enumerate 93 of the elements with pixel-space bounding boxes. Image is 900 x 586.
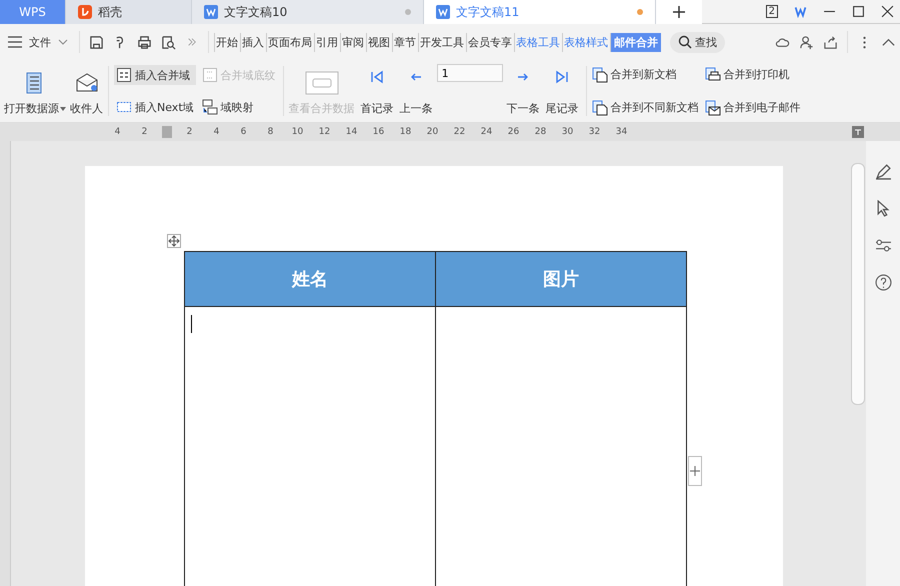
- ruler-number: 4: [114, 127, 122, 137]
- menu-icon[interactable]: [8, 36, 22, 48]
- search-icon: [678, 35, 692, 49]
- previous-button[interactable]: 上一条: [398, 66, 435, 116]
- field-button[interactable]: 插入Next域: [114, 97, 196, 117]
- merge-output-button[interactable]: 合并到新文档: [590, 64, 701, 84]
- ruler-number: 26: [506, 127, 520, 137]
- ribbon-tab[interactable]: 页面布局: [266, 32, 313, 52]
- ruler-number: 28: [534, 127, 548, 137]
- wps-logo-icon[interactable]: [794, 5, 807, 18]
- docer-tab[interactable]: 稻壳: [66, 0, 192, 24]
- pointer-icon[interactable]: [874, 200, 892, 217]
- pen-icon[interactable]: [874, 163, 892, 180]
- merge-output-button[interactable]: 合并到不同新文档: [590, 98, 701, 118]
- ruler-number: 16: [372, 127, 386, 137]
- flame-icon: [78, 5, 92, 19]
- documents-icon: [592, 100, 608, 116]
- share-icon[interactable]: [823, 34, 838, 50]
- printer-icon: [704, 66, 721, 82]
- ruler-number: 24: [480, 127, 494, 137]
- dropdown-caret-icon: [60, 106, 66, 110]
- first-record-button[interactable]: 首记录: [358, 66, 396, 116]
- sliders-icon[interactable]: [874, 237, 892, 254]
- ribbon-tab[interactable]: 审阅: [340, 32, 365, 52]
- ruler-number: 20: [426, 127, 440, 137]
- unsaved-dot: [637, 9, 643, 15]
- field-icon: [202, 99, 218, 115]
- text-cursor: [191, 315, 192, 333]
- print-preview-icon[interactable]: [161, 34, 176, 50]
- maximize-icon[interactable]: [852, 5, 865, 18]
- ruler-number: 10: [290, 127, 304, 137]
- ribbon-tab[interactable]: 插入: [240, 32, 265, 52]
- plus-icon: [690, 466, 700, 476]
- field-button[interactable]: 域映射: [200, 97, 278, 117]
- caret-icon[interactable]: [58, 39, 68, 45]
- ruler-number: 32: [588, 127, 602, 137]
- help-icon[interactable]: [874, 274, 892, 291]
- ruler-toggle-icon[interactable]: [852, 126, 864, 138]
- data-preview-icon: [304, 70, 339, 96]
- merge-output-button[interactable]: 合并到电子邮件: [702, 98, 803, 118]
- move-handle-icon[interactable]: [167, 234, 181, 248]
- field-icon: [116, 99, 132, 115]
- indent-marker[interactable]: [162, 126, 172, 138]
- merge-output-button[interactable]: 合并到打印机: [702, 64, 803, 84]
- ruler-number: 2: [140, 127, 148, 137]
- document-icon: [204, 5, 218, 19]
- field-icon: [202, 67, 218, 83]
- ruler-number: 12: [318, 127, 332, 137]
- unsaved-dot: [405, 9, 411, 15]
- ribbon-tab[interactable]: 会员专享: [466, 32, 513, 52]
- close-icon[interactable]: [881, 5, 894, 18]
- new-tab-button[interactable]: [656, 0, 702, 24]
- record-field[interactable]: 1: [436, 64, 503, 82]
- ribbon-tab[interactable]: 章节: [392, 32, 417, 52]
- document-icon: [436, 5, 450, 19]
- ruler-number: 8: [266, 127, 274, 137]
- document-tab[interactable]: 文字文稿11: [424, 0, 656, 24]
- table-header-cell: 姓名: [185, 252, 435, 306]
- ribbon-tab[interactable]: 表格工具: [514, 32, 561, 52]
- ruler-number: 6: [240, 127, 248, 137]
- save-icon[interactable]: [89, 34, 104, 50]
- window-count-badge[interactable]: 2: [766, 5, 778, 18]
- ruler-number: 22: [452, 127, 466, 137]
- open-data-source-button[interactable]: 打开数据源: [2, 66, 68, 116]
- last-icon: [555, 70, 570, 84]
- ruler-number: 34: [614, 127, 628, 137]
- plus-icon: [673, 6, 685, 18]
- ribbon-tab[interactable]: 表格样式: [562, 32, 609, 52]
- printer-icon[interactable]: [137, 34, 152, 50]
- documents-icon: [592, 66, 608, 82]
- ruler-number: 2: [186, 127, 194, 137]
- first-icon: [370, 70, 384, 84]
- envelope-icon: [704, 100, 721, 116]
- button-label: 打开数据源: [4, 101, 59, 116]
- field-button[interactable]: 插入合并域: [114, 65, 196, 85]
- ribbon-tab[interactable]: 引用: [314, 32, 339, 52]
- ribbon-tab[interactable]: 视图: [366, 32, 391, 52]
- table-header-cell: 图片: [436, 252, 686, 306]
- ruler-number: 14: [344, 127, 358, 137]
- ribbon-tab[interactable]: 开发工具: [418, 32, 465, 52]
- document-tab[interactable]: 文字文稿10: [192, 0, 424, 24]
- ruler-number: 4: [212, 127, 220, 137]
- ruler-number: 30: [560, 127, 574, 137]
- next-button[interactable]: 下一条: [504, 66, 542, 116]
- ruler-number: 18: [398, 127, 412, 137]
- search-button[interactable]: 查找: [670, 32, 725, 52]
- file-menu[interactable]: 文件: [29, 34, 51, 50]
- add-user-icon[interactable]: [799, 34, 814, 50]
- field-icon: [116, 67, 132, 83]
- ribbon-tab[interactable]: 开始: [214, 32, 239, 52]
- last-record-button[interactable]: 尾记录: [544, 66, 581, 116]
- add-column-button[interactable]: [688, 456, 702, 486]
- recipients-button[interactable]: 收件人: [68, 66, 105, 116]
